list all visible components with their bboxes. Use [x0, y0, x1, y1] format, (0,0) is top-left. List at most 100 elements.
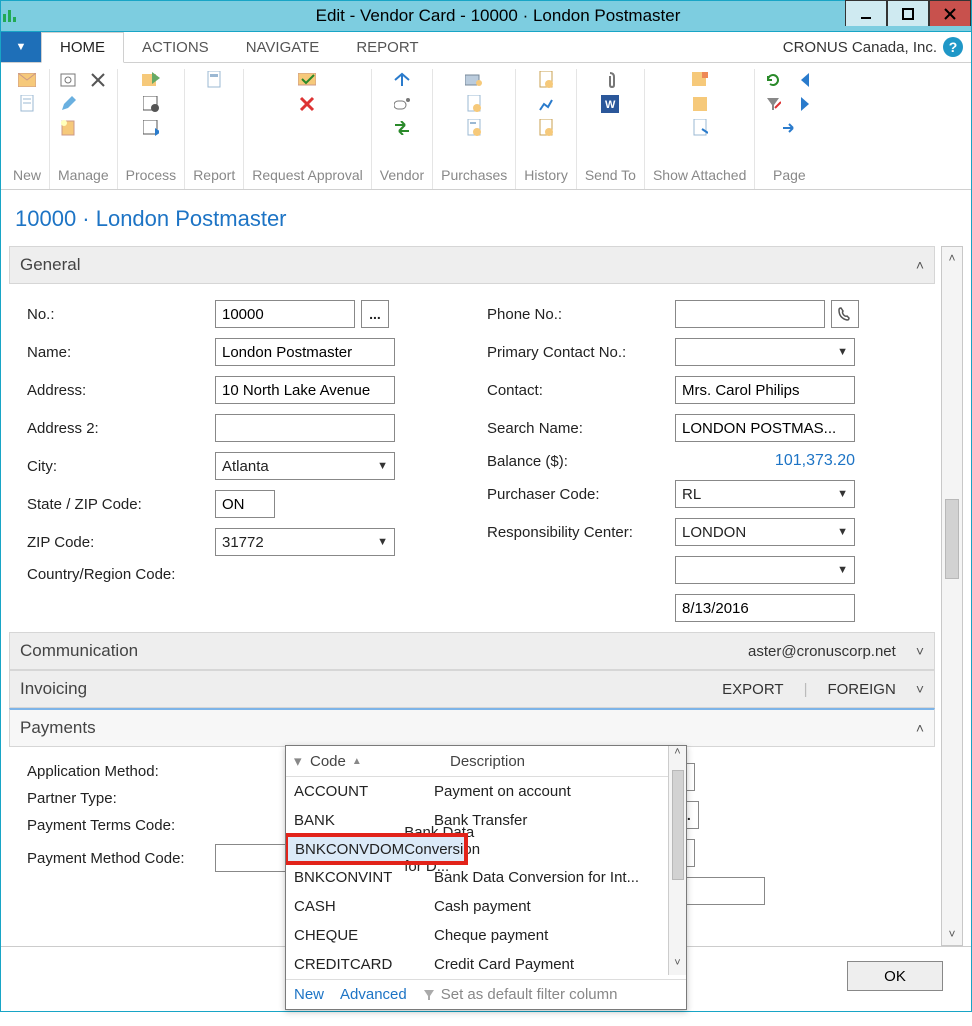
minimize-button[interactable]	[845, 0, 887, 26]
fasttab-general[interactable]: General ˄	[9, 246, 935, 284]
dropdown-row[interactable]: BANKBank Transfer	[286, 806, 686, 835]
ribbon-group-page: Page	[755, 69, 823, 189]
ribbon-group-vendor: Vendor	[372, 69, 433, 189]
dropdown-row[interactable]: ACCOUNTPayment on account	[286, 777, 686, 806]
dropdown-row[interactable]: CHEQUECheque payment	[286, 921, 686, 950]
word-icon[interactable]: W	[600, 95, 620, 113]
new-doc-icon[interactable]	[17, 95, 37, 113]
address2-field[interactable]	[215, 414, 395, 442]
delete-icon[interactable]	[88, 71, 108, 89]
city-select[interactable]: Atlanta▼	[215, 452, 395, 480]
app-menu-button[interactable]: ▼	[1, 32, 41, 62]
dropdown-row-code: ACCOUNT	[294, 783, 434, 800]
fasttab-invoicing[interactable]: Invoicing EXPORT | FOREIGN ˅	[9, 670, 935, 708]
balance-value[interactable]: 101,373.20	[675, 452, 855, 470]
maximize-button[interactable]	[887, 0, 929, 26]
dropdown-row[interactable]: CREDITCARDCredit Card Payment	[286, 950, 686, 979]
dropdown-new-link[interactable]: New	[294, 986, 324, 1003]
collapse-icon: ˄	[916, 257, 924, 273]
view-icon[interactable]	[58, 71, 78, 89]
refresh-icon[interactable]	[763, 71, 783, 89]
ribbon-group-process: Process	[118, 69, 186, 189]
fasttab-payments[interactable]: Payments ˄	[9, 708, 935, 747]
purch-icon-2[interactable]	[464, 95, 484, 113]
dropdown-row[interactable]: BNKCONVDOMBank Data Conversion for D...	[286, 835, 466, 863]
ok-button[interactable]: OK	[847, 961, 943, 991]
next-icon[interactable]	[795, 95, 815, 113]
contact-field[interactable]	[675, 376, 855, 404]
new-item-icon[interactable]	[58, 119, 78, 137]
tab-navigate[interactable]: NAVIGATE	[228, 32, 339, 62]
responsibility-select[interactable]: LONDON▼	[675, 518, 855, 546]
approve-icon[interactable]	[297, 71, 317, 89]
help-icon[interactable]: ?	[943, 37, 963, 57]
window-frame: Edit - Vendor Card - 10000 · London Post…	[0, 0, 972, 1012]
attached-icon-2[interactable]	[690, 95, 710, 113]
dropdown-row[interactable]: CASHCash payment	[286, 892, 686, 921]
window-title: Edit - Vendor Card - 10000 · London Post…	[25, 6, 971, 26]
attached-icon-1[interactable]	[690, 71, 710, 89]
app-icon	[1, 8, 25, 24]
general-panel: No.: ... Name: Address: Address 2:	[9, 284, 935, 632]
vendor-icon-2[interactable]	[392, 95, 412, 113]
attached-icon-3[interactable]	[690, 119, 710, 137]
phone-dial-button[interactable]	[831, 300, 859, 328]
dropdown-advanced-link[interactable]: Advanced	[340, 986, 407, 1003]
purch-icon-1[interactable]	[464, 71, 484, 89]
sort-asc-icon: ▲	[352, 756, 362, 767]
process-icon-2[interactable]	[141, 95, 161, 113]
vendor-icon-3[interactable]	[392, 119, 412, 137]
new-mail-icon[interactable]	[17, 71, 37, 89]
filter-icon[interactable]	[763, 95, 783, 113]
invoicing-tag-1: EXPORT	[722, 681, 783, 698]
attach-icon[interactable]	[600, 71, 620, 89]
search-name-field[interactable]	[675, 414, 855, 442]
dropdown-row-desc: Payment on account	[434, 783, 571, 800]
no-field[interactable]	[215, 300, 355, 328]
fasttab-communication[interactable]: Communication aster@cronuscorp.net ˅	[9, 632, 935, 670]
dropdown-scrollbar[interactable]: ˄ ˅	[668, 746, 686, 975]
process-icon-1[interactable]	[141, 71, 161, 89]
dropdown-row-desc: Credit Card Payment	[434, 956, 574, 973]
hist-icon-3[interactable]	[536, 119, 556, 137]
primary-contact-select[interactable]: ▼	[675, 338, 855, 366]
tab-actions[interactable]: ACTIONS	[124, 32, 228, 62]
page-title: 10000 · London Postmaster	[9, 202, 963, 246]
prev-icon[interactable]	[795, 71, 815, 89]
date-field[interactable]	[675, 594, 855, 622]
phone-field[interactable]	[675, 300, 825, 328]
reject-icon[interactable]	[297, 95, 317, 113]
hist-icon-2[interactable]	[536, 95, 556, 113]
tab-report[interactable]: REPORT	[338, 32, 437, 62]
edit-icon[interactable]	[58, 95, 78, 113]
close-button[interactable]	[929, 0, 971, 26]
filter-icon[interactable]: ▾	[294, 752, 310, 770]
extra-select[interactable]: ▼	[675, 556, 855, 584]
address-field[interactable]	[215, 376, 395, 404]
process-icon-3[interactable]	[141, 119, 161, 137]
dropdown-header-desc[interactable]: Description	[450, 753, 525, 770]
ribbon-group-sendto: W Send To	[577, 69, 645, 189]
ribbon-group-history: History	[516, 69, 577, 189]
dropdown-header-code[interactable]: Code	[310, 753, 346, 770]
purch-icon-3[interactable]	[464, 119, 484, 137]
name-field[interactable]	[215, 338, 395, 366]
goto-icon[interactable]	[779, 119, 799, 137]
hist-icon-1[interactable]	[536, 71, 556, 89]
vendor-icon-1[interactable]	[392, 71, 412, 89]
scrollbar-thumb[interactable]	[945, 499, 959, 579]
state-field[interactable]	[215, 490, 275, 518]
no-lookup-button[interactable]: ...	[361, 300, 389, 328]
page-scrollbar[interactable]: ˄ ˅	[941, 246, 963, 946]
report-icon[interactable]	[204, 71, 224, 89]
ribbon-group-approval: Request Approval	[244, 69, 372, 189]
tab-home[interactable]: HOME	[41, 32, 124, 63]
dropdown-row-code: BNKCONVDOM	[295, 841, 404, 858]
ribbon-tabs: ▼ HOME ACTIONS NAVIGATE REPORT CRONUS Ca…	[1, 31, 971, 63]
dropdown-row[interactable]: BNKCONVINTBank Data Conversion for Int..…	[286, 863, 686, 892]
scrollbar-thumb[interactable]	[672, 770, 684, 880]
zip-select[interactable]: 31772▼	[215, 528, 395, 556]
dropdown-filter-hint: Set as default filter column	[423, 986, 618, 1003]
expand-icon: ˅	[916, 643, 924, 659]
purchaser-select[interactable]: RL▼	[675, 480, 855, 508]
